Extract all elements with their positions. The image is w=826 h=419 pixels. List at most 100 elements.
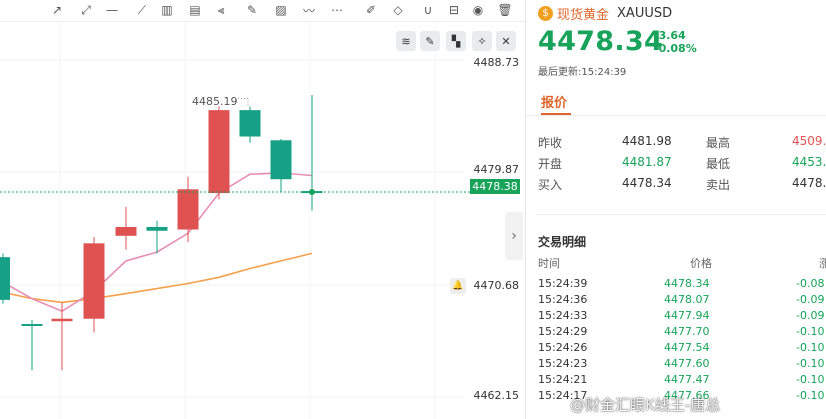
quote-label: 卖出 [706,178,731,192]
last-price: 4478.34 [538,26,664,57]
chart-canvas[interactable] [0,22,525,419]
symbol-header: $ 现货黄金 XAUUSD [538,4,672,23]
image-icon[interactable]: ▨ [272,2,290,18]
alert-bell-icon[interactable]: 🔔 [450,278,466,294]
eraser-icon[interactable]: ◇ [389,2,407,18]
quote-label: 开盘 [538,157,563,171]
quote-label: 最低 [706,157,731,171]
header-time: 时间 [538,257,560,270]
candle-body [239,110,261,137]
fib-icon[interactable]: ▤ [186,2,204,18]
watermark: @财金汇眼K线王-唐总 [570,396,721,414]
eye-icon[interactable]: ◉ [469,2,487,18]
deal-price: 4478.07 [664,293,710,306]
gold-coin-icon: $ [538,6,553,21]
polyline-icon[interactable]: ⟋ [133,2,151,18]
fan-icon[interactable]: ⫷ [212,2,230,18]
candle-body [21,324,43,327]
quote-row: 昨收 4481.98 最高 4509. [538,134,826,150]
ray-icon[interactable]: ⤢ [77,2,95,18]
collapse-panel-button[interactable]: › [505,212,523,260]
price-axis-label-3: 4470.68 [473,279,520,292]
current-price-tag: 4478.38 [470,179,520,194]
deal-time: 15:24:29 [538,325,588,338]
symbol-code: XAUUSD [617,6,673,21]
deal-row: 15:24:29 4477.70 -0.10 [538,325,826,340]
horizontal-line-icon[interactable]: — [103,2,121,18]
deal-change: -0.09 [796,293,825,306]
quote-value: 4481.98 [622,134,672,148]
deal-row: 15:24:26 4477.54 -0.10 [538,341,826,356]
quote-value: 4481.87 [622,155,672,169]
deal-time: 15:24:26 [538,341,588,354]
edit-indicator-icon[interactable]: ✎ [420,31,440,51]
edit-icon[interactable]: ✐ [362,2,380,18]
quote-label: 昨收 [538,136,563,150]
deal-price: 4477.70 [664,325,710,338]
deal-price: 4477.60 [664,357,710,370]
quote-value: 4478. [792,176,826,190]
tab-divider [526,115,826,116]
ma-slow-line [2,252,313,304]
price-axis-label-top: 4488.73 [473,56,520,69]
indicator-icon[interactable]: ≋ [396,31,416,51]
price-axis-label-2: 4479.87 [473,163,520,176]
price-change: -3.64 -0.08% [654,29,697,55]
deal-price: 4477.54 [664,341,710,354]
deal-row: 15:24:36 4478.07 -0.09 [538,293,826,308]
trend-line-icon[interactable]: ↗ [48,2,66,18]
wave-icon[interactable]: 〰 [300,2,318,18]
deal-row: 15:24:33 4477.94 -0.09 [538,309,826,324]
high-marker-label: 4485.19 [192,95,238,108]
tab-quote[interactable]: 报价 [541,92,567,111]
deal-time: 15:24:36 [538,293,588,306]
candlestick-chart[interactable]: ≋ ✎ ▚ ✧ ✕ 4485.19 4488.73 4479.87 4478.38 44… [0,22,525,419]
candle-body [0,257,10,300]
deals-title: 交易明细 [538,235,587,249]
brush-icon[interactable]: ✎ [243,2,261,18]
section-divider [536,214,826,215]
change-percent: -0.08% [654,42,697,55]
channel-icon[interactable]: ▥ [158,2,176,18]
updated-time: 15:24:39 [581,67,627,78]
fullscreen-icon[interactable]: ✧ [472,31,492,51]
deal-change: -0.10 [796,389,825,402]
compare-icon[interactable]: ▚ [446,31,466,51]
candle-body [270,140,292,180]
quote-panel: $ 现货黄金 XAUUSD 4478.34 -3.64 -0.08% 最后更新:… [526,0,826,419]
deal-time: 15:24:39 [538,277,588,290]
deal-change: -0.10 [796,373,825,386]
magnet-icon[interactable]: ∪ [419,2,437,18]
candle-body [177,189,199,230]
deal-time: 15:24:33 [538,309,588,322]
quote-label: 买入 [538,178,563,192]
deal-row: 15:24:21 4477.47 -0.10 [538,373,826,388]
change-value: -3.64 [654,29,686,42]
header-price: 价格 [690,257,712,270]
lock-icon[interactable]: ⊟ [445,2,463,18]
deal-change: -0.10 [796,357,825,370]
deal-change: -0.09 [796,309,825,322]
deal-price: 4477.94 [664,309,710,322]
updated-label: 最后更新: [538,67,582,78]
quote-row: 开盘 4481.87 最低 4453. [538,155,826,171]
candle-body [83,243,105,319]
drawing-toolbar: ↗ ⤢ — ⟋ ▥ ▤ ⫷ ✎ ▨ 〰 ⋯ ✐ ◇ ∪ ⊟ ◉ 🗑 [0,0,525,22]
candle-body [146,226,168,231]
deal-time: 15:24:23 [538,357,588,370]
deal-change: -0.10 [796,341,825,354]
deal-price: 4477.47 [664,373,710,386]
more-icon[interactable]: ⋯ [328,2,346,18]
price-axis-label-bottom: 4462.15 [473,389,520,402]
last-updated: 最后更新:15:24:39 [538,63,626,78]
quote-row: 买入 4478.34 卖出 4478. [538,176,826,192]
candle-body [208,110,230,194]
deal-row: 15:24:39 4478.34 -0.08 [538,277,826,292]
trash-icon[interactable]: 🗑 [496,2,514,18]
quote-value: 4478.34 [622,176,672,190]
deal-time: 15:24:21 [538,373,588,386]
current-price-dot [309,189,315,196]
deal-price: 4478.34 [664,277,710,290]
close-icon[interactable]: ✕ [496,31,516,51]
quote-value: 4453. [792,155,826,169]
